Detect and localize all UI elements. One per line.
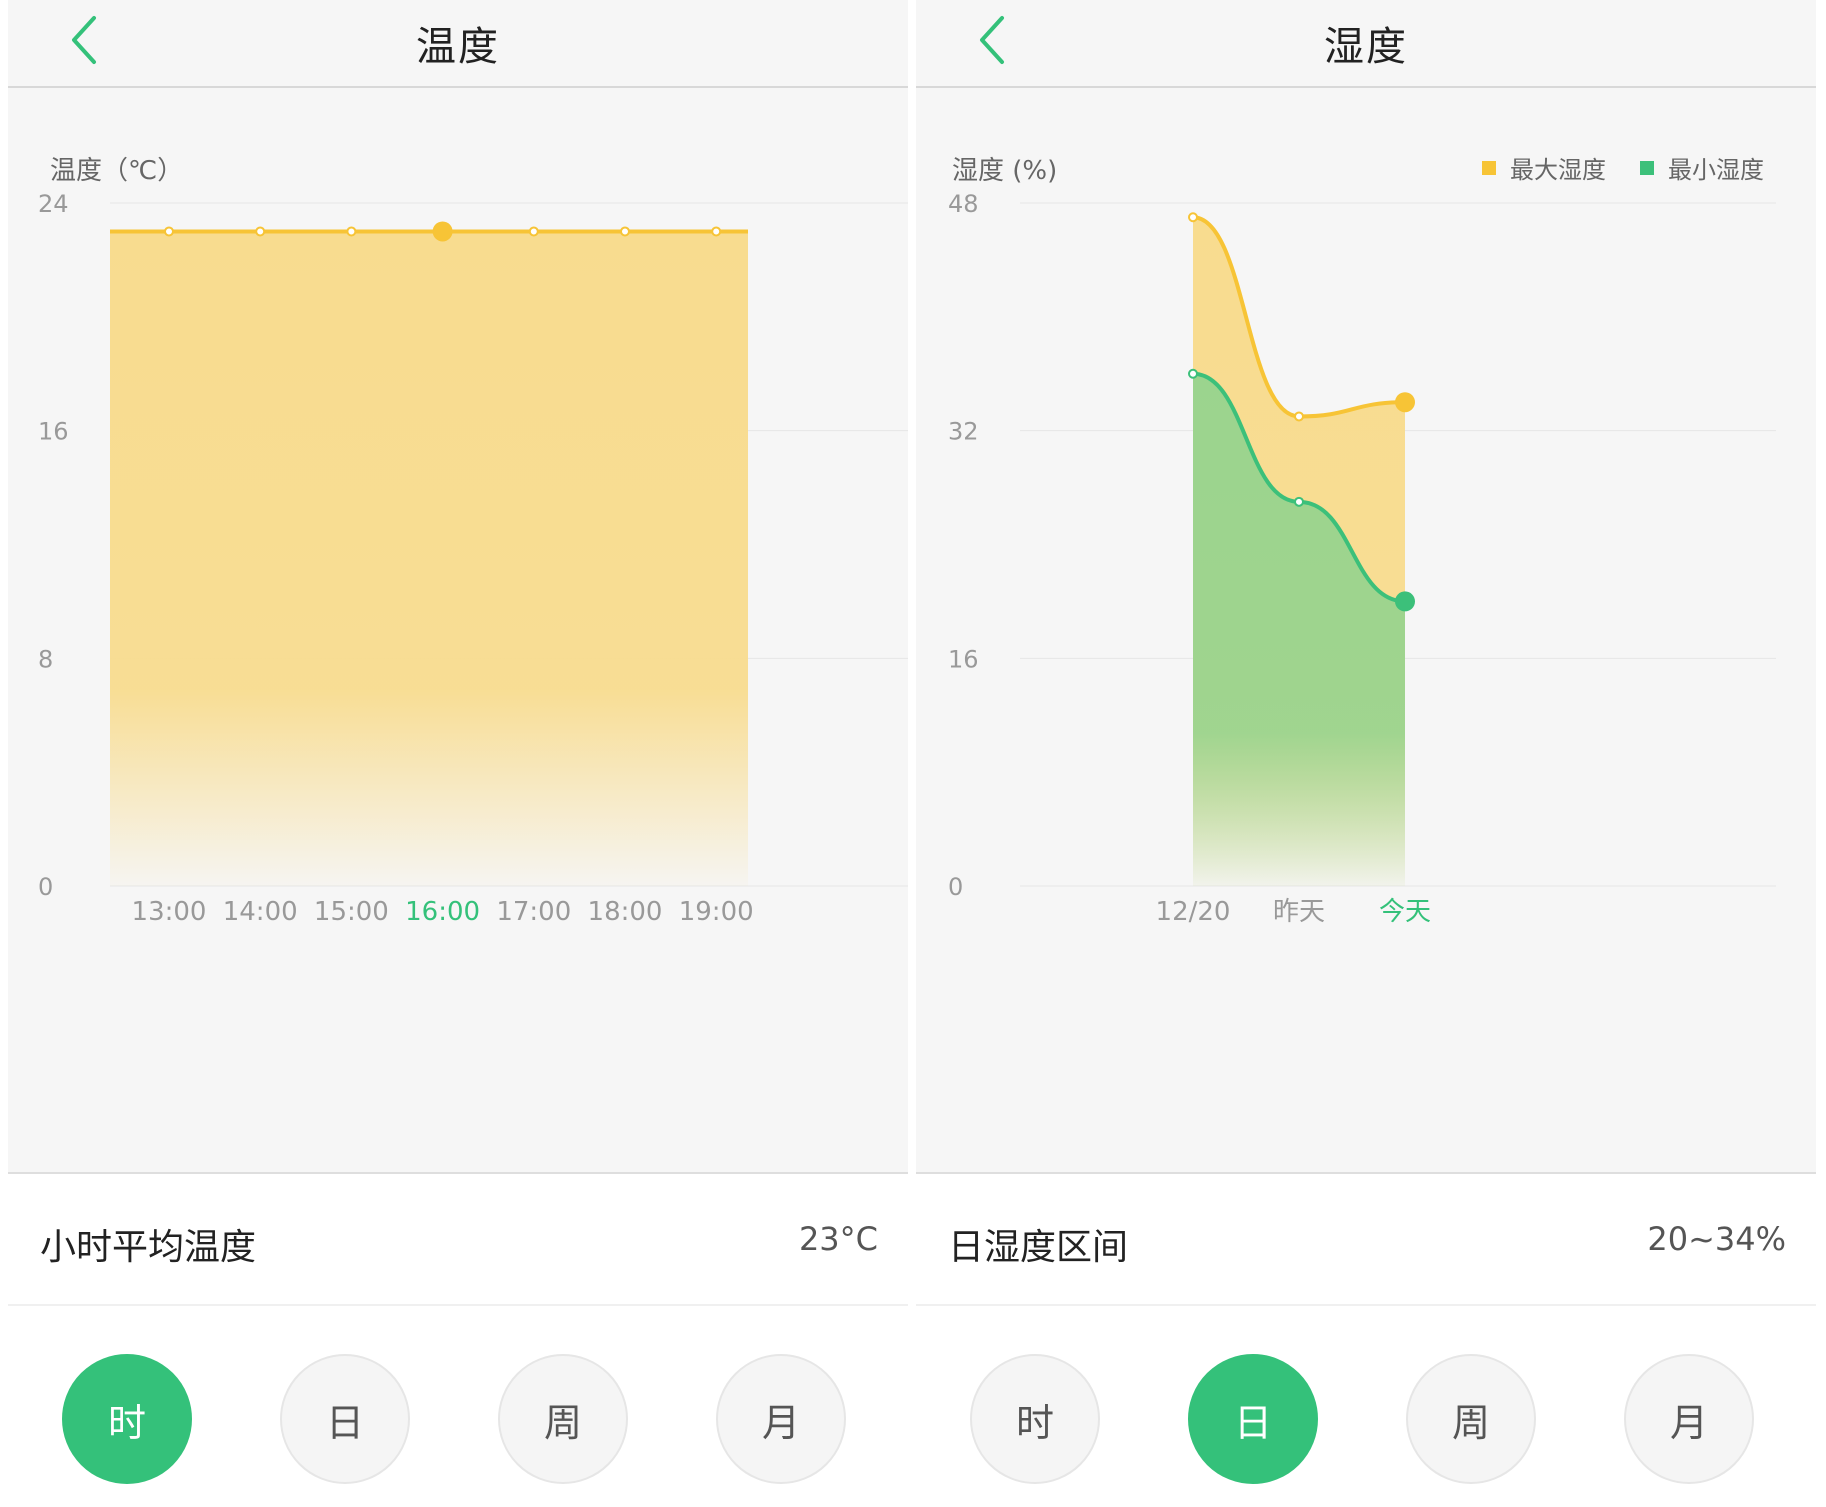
period-button-week[interactable]: 周 xyxy=(1406,1354,1536,1484)
data-point xyxy=(164,226,174,237)
max-humidity-point xyxy=(1395,392,1415,413)
y-tick-label: 8 xyxy=(38,645,53,673)
data-point xyxy=(346,226,357,237)
x-tick-label: 12/20 xyxy=(1156,897,1231,927)
period-button-hour[interactable]: 时 xyxy=(62,1354,192,1484)
summary-value: 23°C xyxy=(798,1220,878,1258)
summary-row: 小时平均温度 23°C xyxy=(8,1174,908,1306)
x-tick-label: 16:00 xyxy=(405,897,480,927)
x-tick-label: 今天 xyxy=(1379,897,1431,927)
min-humidity-point xyxy=(1294,496,1304,507)
humidity-panel: 湿度 湿度 (%) 最大湿度 最小湿度 0 16 32 48 12/20 昨天 今天 日湿度… xyxy=(916,0,1816,1507)
header: 温度 xyxy=(8,0,908,88)
period-button-day[interactable]: 日 xyxy=(280,1354,410,1484)
page-title: 温度 xyxy=(416,24,500,70)
data-point xyxy=(255,226,266,237)
x-tick-label: 13:00 xyxy=(132,897,207,927)
y-tick-label: 48 xyxy=(948,190,979,218)
period-selector: 时 日 周 月 xyxy=(8,1306,908,1507)
summary-label: 小时平均温度 xyxy=(40,1227,257,1268)
temperature-chart: 温度（℃） 0 8 16 24 13:00 14:00 15:00 16:00 17:00 18:… xyxy=(8,88,908,1174)
y-tick-label: 0 xyxy=(948,873,963,901)
humidity-chart: 湿度 (%) 最大湿度 最小湿度 0 16 32 48 12/20 昨天 今天 xyxy=(916,88,1816,1174)
y-tick-label: 16 xyxy=(38,418,69,446)
min-humidity-point xyxy=(1395,591,1415,612)
summary-value: 20~34% xyxy=(1647,1220,1786,1258)
period-button-month[interactable]: 月 xyxy=(716,1354,846,1484)
x-tick-label: 14:00 xyxy=(223,897,298,927)
summary-label: 日湿度区间 xyxy=(948,1227,1129,1268)
page-title: 湿度 xyxy=(1324,24,1408,70)
period-button-week[interactable]: 周 xyxy=(498,1354,628,1484)
data-point xyxy=(711,226,722,237)
summary-row: 日湿度区间 20~34% xyxy=(916,1174,1816,1306)
period-button-day[interactable]: 日 xyxy=(1188,1354,1318,1484)
y-tick-label: 16 xyxy=(948,645,979,673)
temperature-panel: 温度 温度（℃） 0 8 16 24 13:00 14:00 15:00 16:00 17:00… xyxy=(8,0,908,1507)
header: 湿度 xyxy=(916,0,1816,88)
data-point xyxy=(432,221,453,242)
y-tick-label: 32 xyxy=(948,418,979,446)
humidity-chart-svg: 0 16 32 48 12/20 昨天 今天 xyxy=(948,190,1776,927)
temperature-area xyxy=(110,231,748,887)
y-tick-label: 24 xyxy=(38,190,69,218)
period-button-month[interactable]: 月 xyxy=(1624,1354,1754,1484)
y-tick-label: 0 xyxy=(38,873,53,901)
x-tick-label: 15:00 xyxy=(314,897,389,927)
max-humidity-point xyxy=(1188,212,1198,223)
max-humidity-point xyxy=(1294,411,1304,422)
temperature-chart-svg: 0 8 16 24 13:00 14:00 15:00 16:00 17:00 18:00 19:0… xyxy=(38,190,908,927)
data-point xyxy=(620,226,630,237)
min-humidity-point xyxy=(1188,368,1198,379)
x-tick-label: 18:00 xyxy=(588,897,663,927)
x-tick-label: 17:00 xyxy=(496,897,571,927)
data-point xyxy=(528,226,539,237)
period-selector: 时 日 周 月 xyxy=(916,1306,1816,1507)
x-tick-label: 昨天 xyxy=(1273,897,1325,927)
x-tick-label: 19:00 xyxy=(679,897,754,927)
period-button-hour[interactable]: 时 xyxy=(970,1354,1100,1484)
